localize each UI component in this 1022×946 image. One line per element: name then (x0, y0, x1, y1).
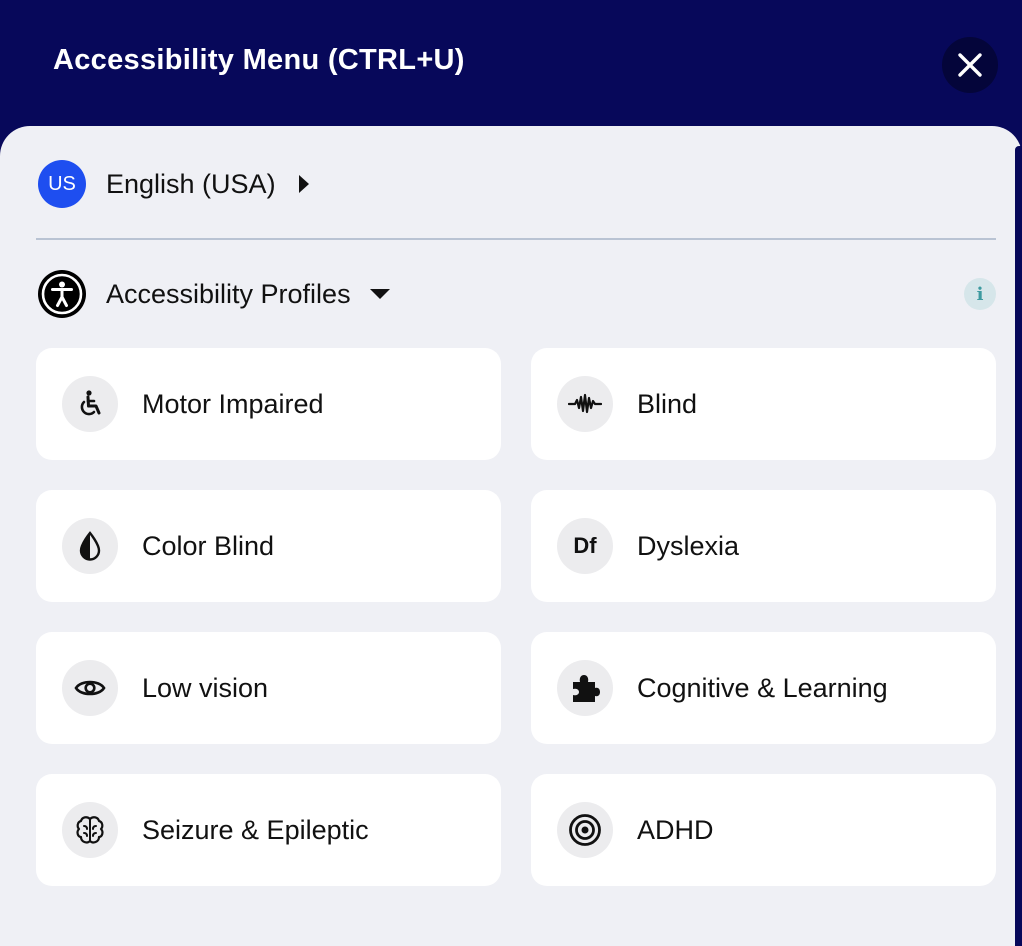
caret-down-icon (369, 288, 391, 300)
profile-card-low-vision[interactable]: Low vision (36, 632, 501, 744)
profile-card-cognitive-learning[interactable]: Cognitive & Learning (531, 632, 996, 744)
divider (36, 238, 996, 240)
profile-card-label: Motor Impaired (142, 388, 324, 419)
menu-header: Accessibility Menu (CTRL+U) (0, 0, 1022, 140)
eye-icon (62, 660, 118, 716)
profile-card-seizure-epileptic[interactable]: Seizure & Epileptic (36, 774, 501, 886)
puzzle-icon (557, 660, 613, 716)
accessibility-profiles-label: Accessibility Profiles (106, 278, 351, 309)
drop-icon (62, 518, 118, 574)
profile-card-label: Seizure & Epileptic (142, 814, 369, 845)
close-icon (958, 53, 982, 77)
profile-card-adhd[interactable]: ADHD (531, 774, 996, 886)
df-icon-text: Df (573, 533, 597, 558)
profile-card-color-blind[interactable]: Color Blind (36, 490, 501, 602)
target-icon (557, 802, 613, 858)
profile-card-label: Dyslexia (637, 530, 740, 561)
scrollbar[interactable] (1015, 146, 1022, 946)
caret-right-icon (298, 174, 310, 194)
language-selector[interactable]: US English (USA) (38, 160, 310, 208)
info-button[interactable]: i (964, 278, 996, 310)
accessibility-person-icon (38, 270, 86, 318)
profile-card-blind[interactable]: Blind (531, 348, 996, 460)
brain-icon (62, 802, 118, 858)
profile-card-label: Low vision (142, 672, 269, 703)
profile-card-label: ADHD (637, 814, 714, 845)
profile-card-label: Color Blind (142, 530, 275, 561)
wheelchair-icon (62, 376, 118, 432)
language-label: English (USA) (106, 168, 276, 199)
close-button[interactable] (942, 37, 998, 93)
menu-title: Accessibility Menu (CTRL+U) (53, 44, 465, 76)
soundwave-icon (557, 376, 613, 432)
profile-card-label: Cognitive & Learning (637, 672, 888, 703)
df-icon: Df (557, 518, 613, 574)
accessibility-profiles-toggle[interactable]: Accessibility Profiles (38, 270, 391, 318)
language-flag-badge: US (38, 160, 86, 208)
profile-card-dyslexia[interactable]: Df Dyslexia (531, 490, 996, 602)
profile-card-label: Blind (637, 388, 698, 419)
profile-card-motor-impaired[interactable]: Motor Impaired (36, 348, 501, 460)
